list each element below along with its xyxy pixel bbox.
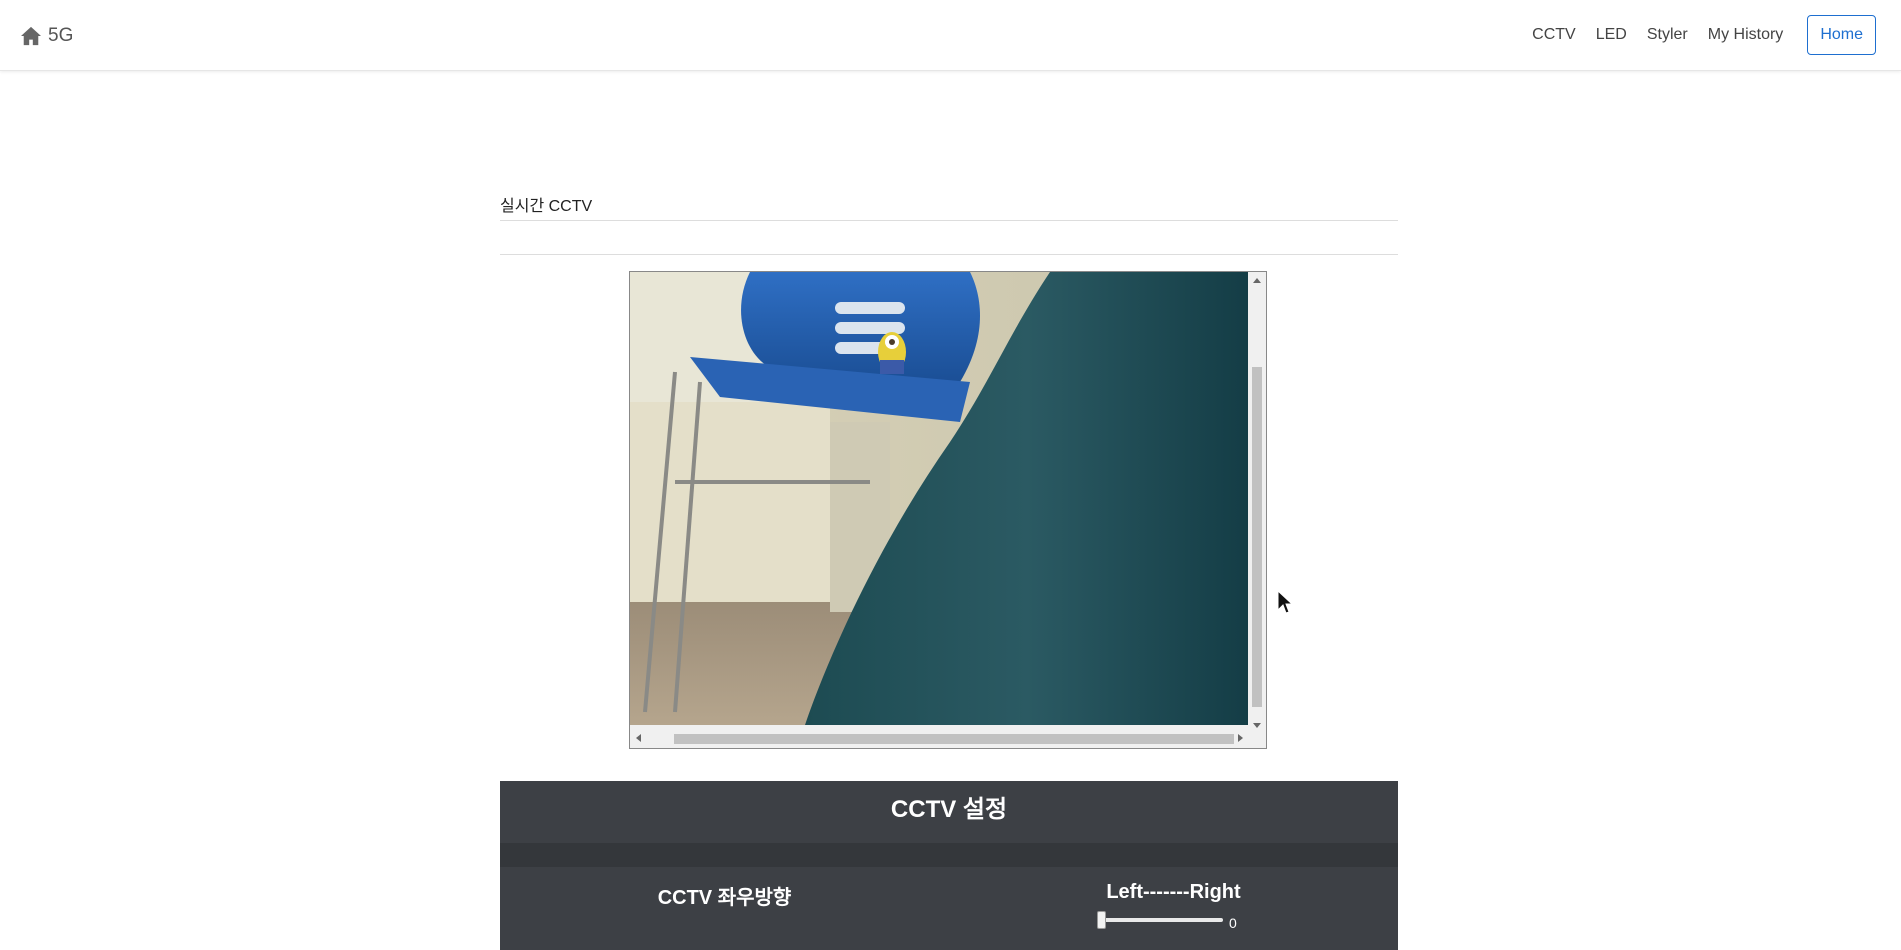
cctv-settings-panel: CCTV 설정 CCTV 좌우방향 Left-------Right 0 <box>500 781 1398 950</box>
horizontal-scroll-thumb[interactable] <box>674 734 1234 744</box>
nav-link-led[interactable]: LED <box>1596 15 1627 55</box>
settings-title: CCTV 설정 <box>890 796 1008 823</box>
mouse-cursor-icon <box>1277 590 1293 614</box>
slider-handle[interactable] <box>1097 911 1106 929</box>
pan-slider[interactable] <box>1097 911 1223 929</box>
cctv-video-feed <box>630 272 1249 725</box>
divider <box>500 254 1398 255</box>
slider-value: 0 <box>1229 915 1237 931</box>
slider-track[interactable] <box>1097 918 1223 922</box>
vertical-scrollbar[interactable] <box>1248 272 1266 730</box>
divider <box>500 220 1398 221</box>
left-right-label: Left-------Right <box>1106 881 1241 903</box>
nav-link-styler[interactable]: Styler <box>1647 15 1688 55</box>
scroll-up-arrow-icon[interactable] <box>1253 278 1261 283</box>
scroll-left-arrow-icon[interactable] <box>636 734 641 742</box>
nav-links: CCTV LED Styler My History Home <box>1512 15 1876 55</box>
vertical-scroll-thumb[interactable] <box>1252 367 1262 707</box>
scroll-down-arrow-icon[interactable] <box>1253 723 1261 728</box>
cctv-stream-frame[interactable] <box>629 271 1267 749</box>
nav-link-cctv[interactable]: CCTV <box>1532 15 1576 55</box>
scroll-right-arrow-icon[interactable] <box>1238 734 1243 742</box>
top-navbar: 5G CCTV LED Styler My History Home <box>0 0 1901 71</box>
home-icon <box>21 26 41 46</box>
brand-label: 5G <box>48 25 74 46</box>
horizontal-scrollbar[interactable] <box>630 728 1249 748</box>
nav-link-my-history[interactable]: My History <box>1708 15 1784 55</box>
pan-direction-label: CCTV 좌우방향 <box>657 887 792 909</box>
settings-header-band <box>500 843 1398 867</box>
pan-direction-control: Left-------Right 0 <box>949 881 1398 931</box>
brand-link[interactable]: 5G <box>20 23 73 49</box>
home-button[interactable]: Home <box>1807 15 1876 55</box>
page-title: 실시간 CCTV <box>500 198 593 215</box>
